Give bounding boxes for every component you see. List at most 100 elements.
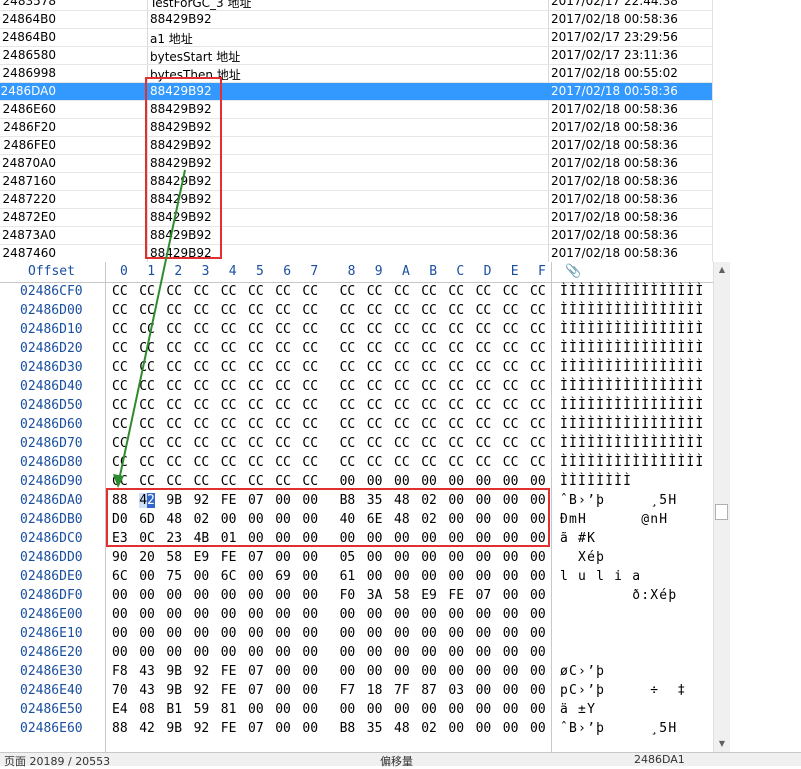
list-row[interactable]: 24873A0 88429B92 2017/02/18 00:58:36 xyxy=(0,227,713,245)
hex-byte[interactable]: D0 xyxy=(112,512,128,527)
hex-byte[interactable]: CC xyxy=(367,379,383,394)
hex-byte[interactable]: 35 xyxy=(367,721,383,736)
hex-byte[interactable]: 00 xyxy=(530,531,546,546)
hex-byte[interactable]: 00 xyxy=(221,607,237,622)
hex-byte[interactable]: CC xyxy=(394,284,410,299)
hex-byte[interactable]: CC xyxy=(194,474,210,489)
list-row[interactable]: 2486E60 88429B92 2017/02/18 00:58:36 xyxy=(0,101,713,119)
hex-scrollbar[interactable]: ▲ ▼ xyxy=(713,262,730,752)
hex-byte[interactable]: 00 xyxy=(476,493,492,508)
hex-cursor[interactable]: 2 xyxy=(147,493,155,508)
hex-byte[interactable]: CC xyxy=(194,322,210,337)
hex-byte[interactable]: CC xyxy=(194,436,210,451)
hex-byte[interactable]: CC xyxy=(340,322,356,337)
hex-byte[interactable]: FE xyxy=(221,683,237,698)
hex-byte[interactable]: 00 xyxy=(367,607,383,622)
hex-byte[interactable]: CC xyxy=(139,417,155,432)
hex-ascii[interactable]: pC›’þ ÷ ‡ xyxy=(560,683,686,698)
hex-byte[interactable]: CC xyxy=(112,303,128,318)
hex-byte[interactable]: CC xyxy=(139,322,155,337)
hex-byte[interactable]: 00 xyxy=(275,512,291,527)
hex-byte[interactable]: 00 xyxy=(448,550,464,565)
hex-byte[interactable]: CC xyxy=(394,322,410,337)
hex-row[interactable]: 02486DA0 88 42 9B 92 FE 07 00 00 B8 35 48 02 00 00 00 00… xyxy=(0,491,713,510)
hex-byte[interactable]: 00 xyxy=(476,721,492,736)
hex-byte[interactable]: 00 xyxy=(340,664,356,679)
hex-byte[interactable]: 07 xyxy=(248,683,264,698)
hex-byte[interactable]: CC xyxy=(112,379,128,394)
hex-byte[interactable]: 00 xyxy=(421,626,437,641)
hex-byte[interactable]: CC xyxy=(112,360,128,375)
hex-byte[interactable]: FE xyxy=(221,664,237,679)
hex-byte[interactable]: 00 xyxy=(503,531,519,546)
hex-byte[interactable]: CC xyxy=(394,303,410,318)
hex-byte[interactable]: 88 xyxy=(112,721,128,736)
hex-byte[interactable]: CC xyxy=(367,341,383,356)
hex-row[interactable]: 02486D00 CC CC CC CC CC CC CC CC CC CC CC CC CC CC CC CC… xyxy=(0,301,713,320)
hex-byte[interactable]: 00 xyxy=(530,493,546,508)
hex-row[interactable]: 02486E10 00 00 00 00 00 00 00 00 00 00 00 00 00 00 00 00 xyxy=(0,624,713,643)
hex-byte[interactable]: 00 xyxy=(448,474,464,489)
hex-byte[interactable]: 00 xyxy=(503,664,519,679)
hex-byte[interactable]: CC xyxy=(503,398,519,413)
hex-byte[interactable]: 00 xyxy=(503,493,519,508)
hex-byte[interactable]: CC xyxy=(248,341,264,356)
hex-byte[interactable]: 00 xyxy=(194,607,210,622)
hex-byte[interactable]: CC xyxy=(421,303,437,318)
hex-ascii[interactable]: ÐmH @nH xyxy=(560,512,668,527)
hex-ascii[interactable]: ÌÌÌÌÌÌÌÌÌÌÌÌÌÌÌÌ xyxy=(560,284,704,299)
hex-byte[interactable]: 00 xyxy=(476,683,492,698)
hex-row[interactable]: 02486D60 CC CC CC CC CC CC CC CC CC CC CC CC CC CC CC CC… xyxy=(0,415,713,434)
hex-ascii[interactable]: ÌÌÌÌÌÌÌÌÌÌÌÌÌÌÌÌ xyxy=(560,379,704,394)
hex-row[interactable]: 02486D20 CC CC CC CC CC CC CC CC CC CC CC CC CC CC CC CC… xyxy=(0,339,713,358)
hex-row[interactable]: 02486CF0 CC CC CC CC CC CC CC CC CC CC CC CC CC CC CC CC… xyxy=(0,282,713,301)
hex-byte[interactable]: 00 xyxy=(367,702,383,717)
hex-byte[interactable]: 00 xyxy=(503,702,519,717)
hex-byte[interactable]: CC xyxy=(448,398,464,413)
hex-row[interactable]: 02486DD0 90 20 58 E9 FE 07 00 00 05 00 00 00 00 00 00 00… xyxy=(0,548,713,567)
hex-byte[interactable]: 00 xyxy=(275,607,291,622)
hex-byte[interactable]: FE xyxy=(221,493,237,508)
hex-byte[interactable]: CC xyxy=(530,417,546,432)
hex-byte[interactable]: F0 xyxy=(340,588,356,603)
list-row-selected[interactable]: 2486DA0 88429B92 2017/02/18 00:58:36 xyxy=(0,83,713,101)
hex-byte[interactable]: CC xyxy=(448,417,464,432)
hex-byte[interactable]: E9 xyxy=(421,588,437,603)
hex-byte[interactable]: CC xyxy=(166,455,182,470)
hex-byte[interactable]: 00 xyxy=(275,721,291,736)
hex-byte[interactable]: CC xyxy=(275,379,291,394)
hex-byte[interactable]: 00 xyxy=(275,702,291,717)
hex-byte[interactable]: 00 xyxy=(302,569,318,584)
hex-byte[interactable]: CC xyxy=(448,455,464,470)
hex-byte[interactable]: 00 xyxy=(302,512,318,527)
hex-byte[interactable]: 02 xyxy=(194,512,210,527)
hex-byte[interactable]: FE xyxy=(221,550,237,565)
hex-byte[interactable]: 00 xyxy=(503,721,519,736)
hex-byte[interactable]: 07 xyxy=(248,493,264,508)
hex-byte[interactable]: 42 xyxy=(139,721,155,736)
hex-byte[interactable]: CC xyxy=(476,379,492,394)
hex-byte[interactable]: 02 xyxy=(421,493,437,508)
hex-byte[interactable]: 07 xyxy=(476,588,492,603)
hex-byte[interactable]: CC xyxy=(340,455,356,470)
hex-byte[interactable]: CC xyxy=(367,303,383,318)
hex-byte[interactable]: 75 xyxy=(166,569,182,584)
hex-byte[interactable]: 00 xyxy=(394,550,410,565)
hex-byte[interactable]: 00 xyxy=(248,569,264,584)
hex-byte[interactable]: 9B xyxy=(166,493,182,508)
hex-byte[interactable]: CC xyxy=(221,341,237,356)
hex-byte[interactable]: 07 xyxy=(248,550,264,565)
hex-byte[interactable]: CC xyxy=(112,474,128,489)
hex-byte[interactable]: CC xyxy=(340,398,356,413)
hex-byte[interactable]: 00 xyxy=(112,588,128,603)
hex-byte[interactable]: CC xyxy=(139,436,155,451)
hex-byte[interactable]: CC xyxy=(166,341,182,356)
hex-byte[interactable]: CC xyxy=(139,303,155,318)
hex-byte[interactable]: 00 xyxy=(421,531,437,546)
hex-byte[interactable]: B1 xyxy=(166,702,182,717)
hex-byte[interactable]: 92 xyxy=(194,683,210,698)
hex-byte[interactable]: CC xyxy=(221,417,237,432)
hex-byte[interactable]: 08 xyxy=(139,702,155,717)
hex-byte[interactable]: 00 xyxy=(248,512,264,527)
hex-byte[interactable]: CC xyxy=(194,284,210,299)
